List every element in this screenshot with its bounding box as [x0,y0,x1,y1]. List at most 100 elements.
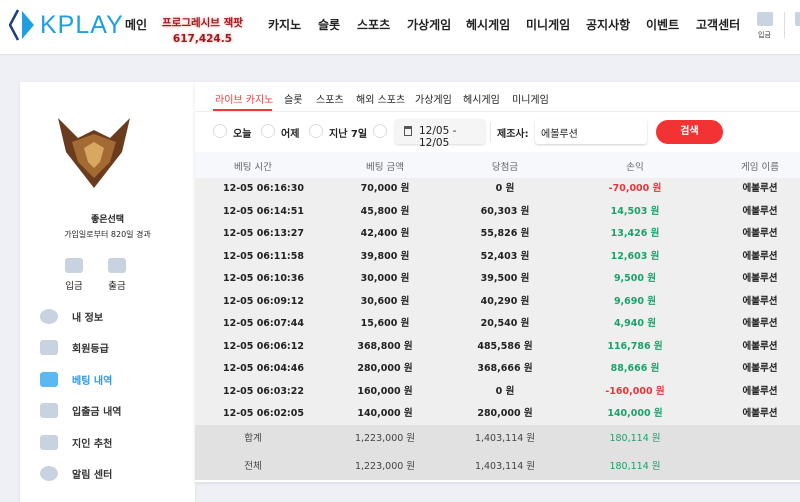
jackpot-value: 617,424.5 [172,33,233,45]
cell-bet-time: 12-05 06:14:51 [223,205,304,217]
radio-yesterday[interactable] [261,124,275,138]
tab-virtual[interactable]: 가상게임 [415,91,452,106]
cell-game-name: 에볼루션 [742,318,778,329]
table-row: 12-05 06:02:05 140,000 원 280,000 원 140,000 … [195,403,800,426]
divider [784,12,785,38]
radio-yesterday-label[interactable]: 어제 [281,125,299,140]
withdraw-label: 출금 [108,281,126,292]
cell-profit: 116,786 원 [607,340,663,352]
column-game-name: 게임 이름 [741,162,779,173]
active-tab-indicator [213,109,272,111]
header: KPLAY 메인 프로그레시브 잭팟 617,424.5 카지노 슬롯 스포츠 … [0,0,800,55]
cell-bet-time: 12-05 06:04:46 [223,363,304,374]
nav-notice[interactable]: 공지사항 [586,16,630,33]
table-row: 12-05 06:03:22 160,000 원 0 원 -160,000 원 에볼루션 [195,381,800,404]
wallet-icon [65,258,83,273]
summary-profit: 180,114 원 [609,460,661,472]
sidebar-item-transactions[interactable]: 입출금 내역 [40,403,121,418]
radio-today[interactable] [213,124,227,138]
radio-today-label[interactable]: 오늘 [233,125,251,140]
cell-bet-time: 12-05 06:02:05 [223,408,304,419]
cell-winnings: 40,290 원 [480,295,530,307]
radio-last-7-days[interactable] [309,124,323,138]
tab-slot[interactable]: 슬롯 [284,91,302,106]
cell-winnings: 60,303 원 [480,205,530,217]
cell-winnings: 280,000 원 [477,408,533,419]
cell-bet-time: 12-05 06:03:22 [223,385,304,397]
nav-main[interactable]: 메인 [125,16,147,33]
divider [490,122,491,142]
cell-profit: 14,503 원 [610,205,660,217]
cell-bet-time: 12-05 06:09:12 [223,295,304,307]
wallet-icon[interactable] [757,12,773,26]
nav-casino[interactable]: 카지노 [268,16,301,33]
cell-bet-amount: 368,800 원 [357,340,413,352]
date-range-picker[interactable]: 12/05 - 12/05 [395,119,485,149]
jackpot-banner[interactable]: 프로그레시브 잭팟 617,424.5 [162,15,243,47]
sidebar-item-label: 회원등급 [72,344,109,355]
radio-last-7-days-label[interactable]: 지난 7일 [329,125,367,140]
radio-custom[interactable] [373,124,387,138]
logo[interactable]: KPLAY [9,8,124,42]
cell-winnings: 368,666 원 [477,363,533,374]
summary-bet-time: 전체 [244,460,262,472]
sidebar-item-betting-history[interactable]: 베팅 내역 [40,372,112,387]
cell-bet-time: 12-05 06:06:12 [223,340,304,352]
cell-bet-amount: 280,000 원 [357,363,413,374]
tab-hash[interactable]: 헤시게임 [463,91,500,106]
nav-virtual[interactable]: 가상게임 [407,16,451,33]
tab-live-casino[interactable]: 라이브 카지노 [215,91,273,106]
cell-winnings: 52,403 원 [480,250,530,262]
table-row: 12-05 06:10:36 30,000 원 39,500 원 9,500 원 에볼루… [195,268,800,291]
sidebar-item-grade[interactable]: 회원등급 [40,340,109,355]
nav-mini[interactable]: 미니게임 [526,16,570,33]
username: 좋은선택 [90,215,125,225]
sidebar-item-referral[interactable]: 지인 추천 [40,435,112,450]
cell-game-name: 에볼루션 [742,385,778,397]
nav-event[interactable]: 이벤트 [646,16,679,33]
cell-game-name: 에볼루션 [742,340,778,352]
sidebar-item-notifications[interactable]: 알림 센터 [40,466,112,481]
cell-game-name: 에볼루션 [742,295,778,307]
sidebar-item-label: 알림 센터 [72,470,113,481]
withdraw-button[interactable]: 출금 [108,258,126,292]
sidebar-item-label: 지인 추천 [72,439,113,450]
cell-bet-amount: 42,400 원 [360,228,410,239]
maker-label: 제조사: [497,129,529,140]
cell-game-name: 에볼루션 [742,183,778,194]
document-icon [40,372,58,387]
sidebar-item-label: 베팅 내역 [72,376,113,387]
wallet-icon[interactable] [795,12,800,26]
search-button[interactable]: 검색 [656,120,723,144]
table-row: 12-05 06:13:27 42,400 원 55,826 원 13,426 원 에볼… [195,223,800,246]
deposit-button[interactable]: 입금 [65,258,83,292]
sidebar-item-my-info[interactable]: 내 정보 [40,309,103,324]
cell-profit: 88,666 원 [610,363,660,374]
tab-sports[interactable]: 스포츠 [316,91,344,106]
deposit-label: 입금 [65,281,83,292]
table-row: 12-05 06:07:44 15,600 원 20,540 원 4,940 원 에볼루… [195,313,800,336]
tab-mini[interactable]: 미니게임 [512,91,549,106]
cell-winnings: 0 원 [495,385,515,397]
cell-profit: 9,690 원 [613,295,657,307]
nav-sports[interactable]: 스포츠 [357,16,390,33]
table-row: 12-05 06:09:12 30,600 원 40,290 원 9,690 원 에볼루… [195,291,800,314]
chat-icon [40,466,58,481]
game-tabs: 라이브 카지노 슬롯 스포츠 해외 스포츠 가상게임 헤시게임 미니게임 [195,82,800,112]
logo-text: KPLAY [40,10,124,39]
summary-profit: 180,114 원 [609,433,661,444]
summary-bet-amount: 1,223,000 원 [354,460,416,472]
nav-hash[interactable]: 헤시게임 [466,16,510,33]
nav-slot[interactable]: 슬롯 [318,16,340,33]
header-deposit-label[interactable]: 입금 [758,30,771,40]
cell-bet-amount: 15,600 원 [360,318,410,329]
subtotal-row: 합계 1,223,000 원 1,403,114 원 180,114 원 [195,425,800,453]
cell-profit: -70,000 원 [608,183,662,194]
logo-diamond-icon [9,9,34,41]
user-icon [40,309,58,324]
maker-select[interactable]: 에볼루션 [535,119,647,144]
summary-winnings: 1,403,114 원 [474,433,536,444]
nav-support[interactable]: 고객센터 [696,16,740,33]
wallet-icon [40,403,58,418]
tab-overseas-sports[interactable]: 해외 스포츠 [356,91,405,106]
